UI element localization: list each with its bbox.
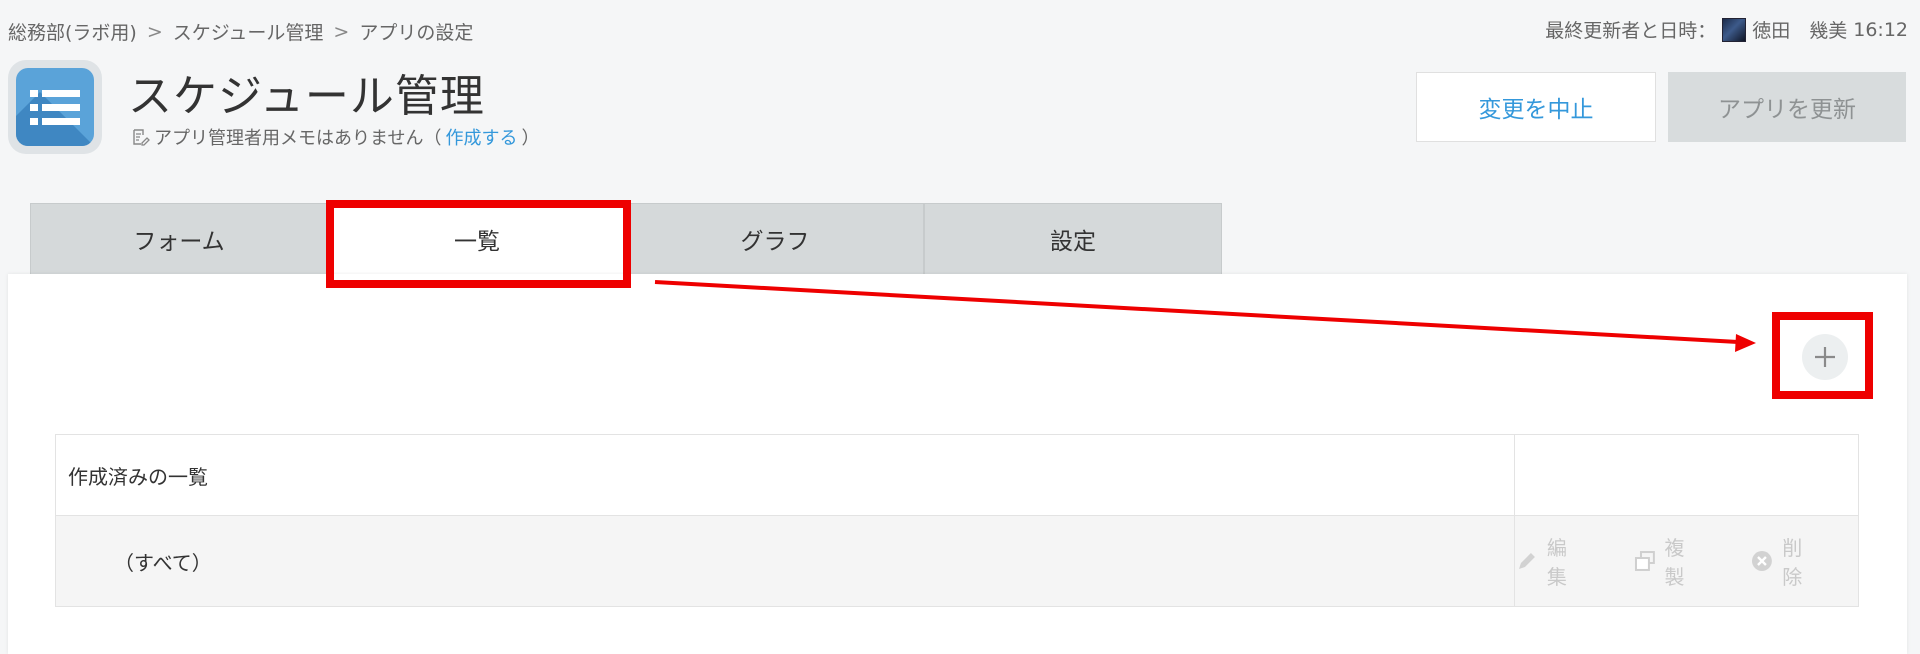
pencil-icon [1518,553,1535,569]
edit-view-button[interactable]: 編集 [1515,532,1587,590]
tab-settings[interactable]: 設定 [924,203,1222,275]
breadcrumb-item-app[interactable]: スケジュール管理 [173,18,324,45]
edit-memo-icon [133,129,150,146]
edit-label: 編集 [1546,536,1567,589]
breadcrumb-separator: > [146,20,163,43]
app-icon [8,60,102,154]
breadcrumb: 総務部(ラボ用) > スケジュール管理 > アプリの設定 [8,18,473,45]
row-actions: 編集 複製 削除 [1514,515,1859,607]
last-updated-label: 最終更新者と日時： [1545,20,1717,42]
plus-icon [1815,347,1835,367]
table-row: （すべて） 編集 複製 削除 [55,515,1859,607]
copy-icon [1634,551,1655,571]
copy-label: 複製 [1664,536,1685,589]
table-header-row: 作成済みの一覧 [55,434,1859,516]
views-table: 作成済みの一覧 （すべて） 編集 複製 削除 [55,434,1859,607]
cancel-changes-button[interactable]: 変更を中止 [1416,72,1656,142]
create-memo-link[interactable]: 作成する [445,124,517,150]
delete-view-button[interactable]: 削除 [1750,532,1822,590]
table-header-title: 作成済みの一覧 [55,434,1515,516]
memo-text-close: ） [521,128,540,149]
breadcrumb-item-current: アプリの設定 [359,22,474,44]
tab-graphs[interactable]: グラフ [626,203,924,275]
breadcrumb-item-space[interactable]: 総務部(ラボ用) [8,18,137,45]
delete-label: 削除 [1782,536,1803,589]
page-title: スケジュール管理 [128,71,485,122]
add-view-button[interactable] [1802,334,1848,380]
view-name: （すべて） [55,515,1515,607]
last-updated-time: 16:12 [1853,18,1908,41]
tab-form[interactable]: フォーム [30,203,328,275]
last-updated-user[interactable]: 徳田 幾美 [1752,16,1847,43]
admin-memo: アプリ管理者用メモはありません（ 作成する） [132,124,539,150]
avatar [1722,17,1747,42]
last-updated-info: 最終更新者と日時： 徳田 幾美 16:12 [1545,16,1908,43]
list-icon [16,68,94,146]
memo-text: アプリ管理者用メモはありません（ [154,128,442,149]
tab-views[interactable]: 一覧 [328,203,626,275]
breadcrumb-separator: > [333,20,350,43]
settings-tabs: フォーム 一覧 グラフ 設定 [30,203,1222,275]
update-app-button[interactable]: アプリを更新 [1668,72,1906,142]
delete-icon [1752,551,1773,571]
table-header-actions [1514,434,1859,516]
copy-view-button[interactable]: 複製 [1633,532,1705,590]
